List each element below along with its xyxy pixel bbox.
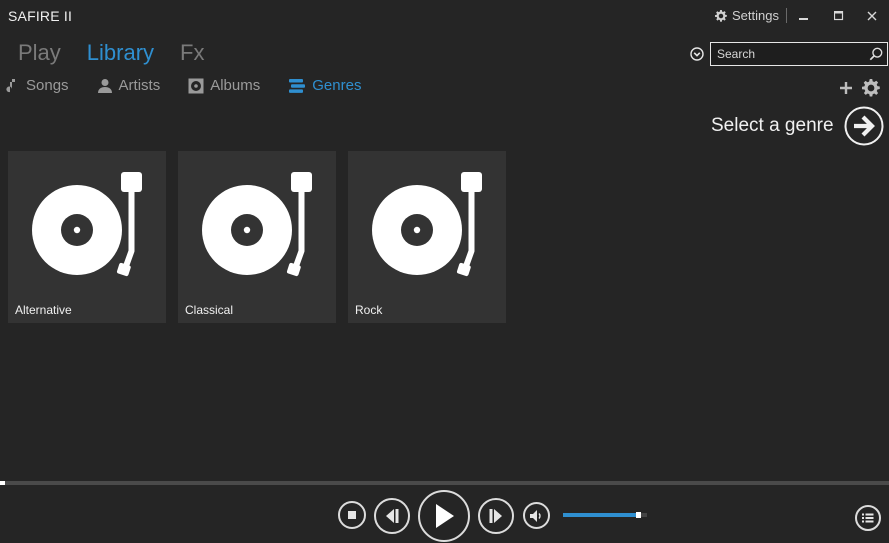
arrow-right-circle-icon	[844, 106, 884, 146]
playlist-button[interactable]	[855, 505, 881, 531]
genre-grid: Alternative Classical Rock	[8, 151, 506, 323]
next-button[interactable]	[478, 498, 514, 534]
genres-icon	[289, 78, 306, 93]
speaker-icon	[529, 509, 541, 522]
minimize-icon	[799, 18, 808, 20]
main-tabs: Play Library Fx	[18, 40, 205, 66]
previous-icon	[386, 509, 399, 523]
settings-label: Settings	[732, 8, 779, 23]
tab-albums-label: Albums	[210, 77, 261, 94]
next-icon	[489, 509, 502, 523]
library-actions	[838, 79, 880, 97]
title-bar: SAFIRE II Settings	[0, 0, 889, 32]
stop-icon	[348, 511, 356, 519]
tab-artists-label: Artists	[118, 77, 161, 94]
search-options-button[interactable]	[690, 47, 704, 61]
volume-fill	[563, 513, 636, 517]
close-button[interactable]	[861, 6, 883, 26]
tab-songs-label: Songs	[26, 77, 69, 94]
maximize-button[interactable]	[828, 6, 850, 26]
genre-name: Rock	[355, 303, 383, 317]
seek-bar[interactable]	[0, 481, 889, 485]
tab-artists[interactable]: Artists	[97, 77, 161, 94]
seek-bar-fill	[0, 481, 6, 485]
turntable-icon	[372, 172, 482, 277]
tab-genres-label: Genres	[312, 77, 362, 94]
tab-play[interactable]: Play	[18, 40, 61, 66]
tab-genres[interactable]: Genres	[288, 77, 361, 94]
search-box	[710, 42, 888, 66]
search-area	[690, 42, 888, 66]
library-settings-gear-icon[interactable]	[862, 79, 880, 97]
volume-knob[interactable]	[636, 512, 641, 518]
tab-library[interactable]: Library	[87, 40, 154, 66]
play-button[interactable]	[418, 490, 470, 542]
close-icon	[867, 11, 877, 21]
settings-button[interactable]: Settings	[715, 8, 779, 23]
mute-button[interactable]	[523, 502, 550, 529]
genre-name: Classical	[185, 303, 234, 317]
select-genre-button[interactable]: Select a genre	[711, 106, 884, 146]
previous-button[interactable]	[374, 498, 410, 534]
chevron-down-circle-icon	[690, 47, 704, 61]
list-icon	[862, 513, 874, 523]
genre-tile[interactable]: Classical	[178, 151, 336, 323]
genre-tile[interactable]: Rock	[348, 151, 506, 323]
turntable-icon	[32, 172, 142, 277]
minimize-button[interactable]	[793, 6, 815, 26]
search-input[interactable]	[715, 46, 869, 62]
titlebar-separator	[786, 8, 787, 23]
genre-name: Alternative	[15, 303, 72, 317]
tab-albums[interactable]: Albums	[188, 77, 260, 94]
maximize-icon	[834, 11, 844, 21]
tab-songs[interactable]: Songs	[6, 77, 69, 94]
turntable-icon	[202, 172, 312, 277]
tab-fx[interactable]: Fx	[180, 40, 204, 66]
select-genre-label: Select a genre	[711, 115, 834, 136]
play-icon	[436, 504, 454, 528]
add-icon[interactable]	[838, 80, 854, 96]
volume-slider[interactable]	[563, 512, 647, 518]
genre-tile[interactable]: Alternative	[8, 151, 166, 323]
music-note-icon	[6, 78, 15, 92]
gear-icon	[715, 9, 727, 22]
person-icon	[97, 78, 112, 93]
playback-controls	[0, 490, 889, 543]
album-icon	[188, 78, 204, 93]
library-sub-tabs: Songs Artists Albums Genres	[6, 77, 361, 94]
stop-button[interactable]	[338, 501, 366, 529]
search-icon[interactable]	[869, 47, 883, 61]
app-title: SAFIRE II	[8, 8, 73, 24]
